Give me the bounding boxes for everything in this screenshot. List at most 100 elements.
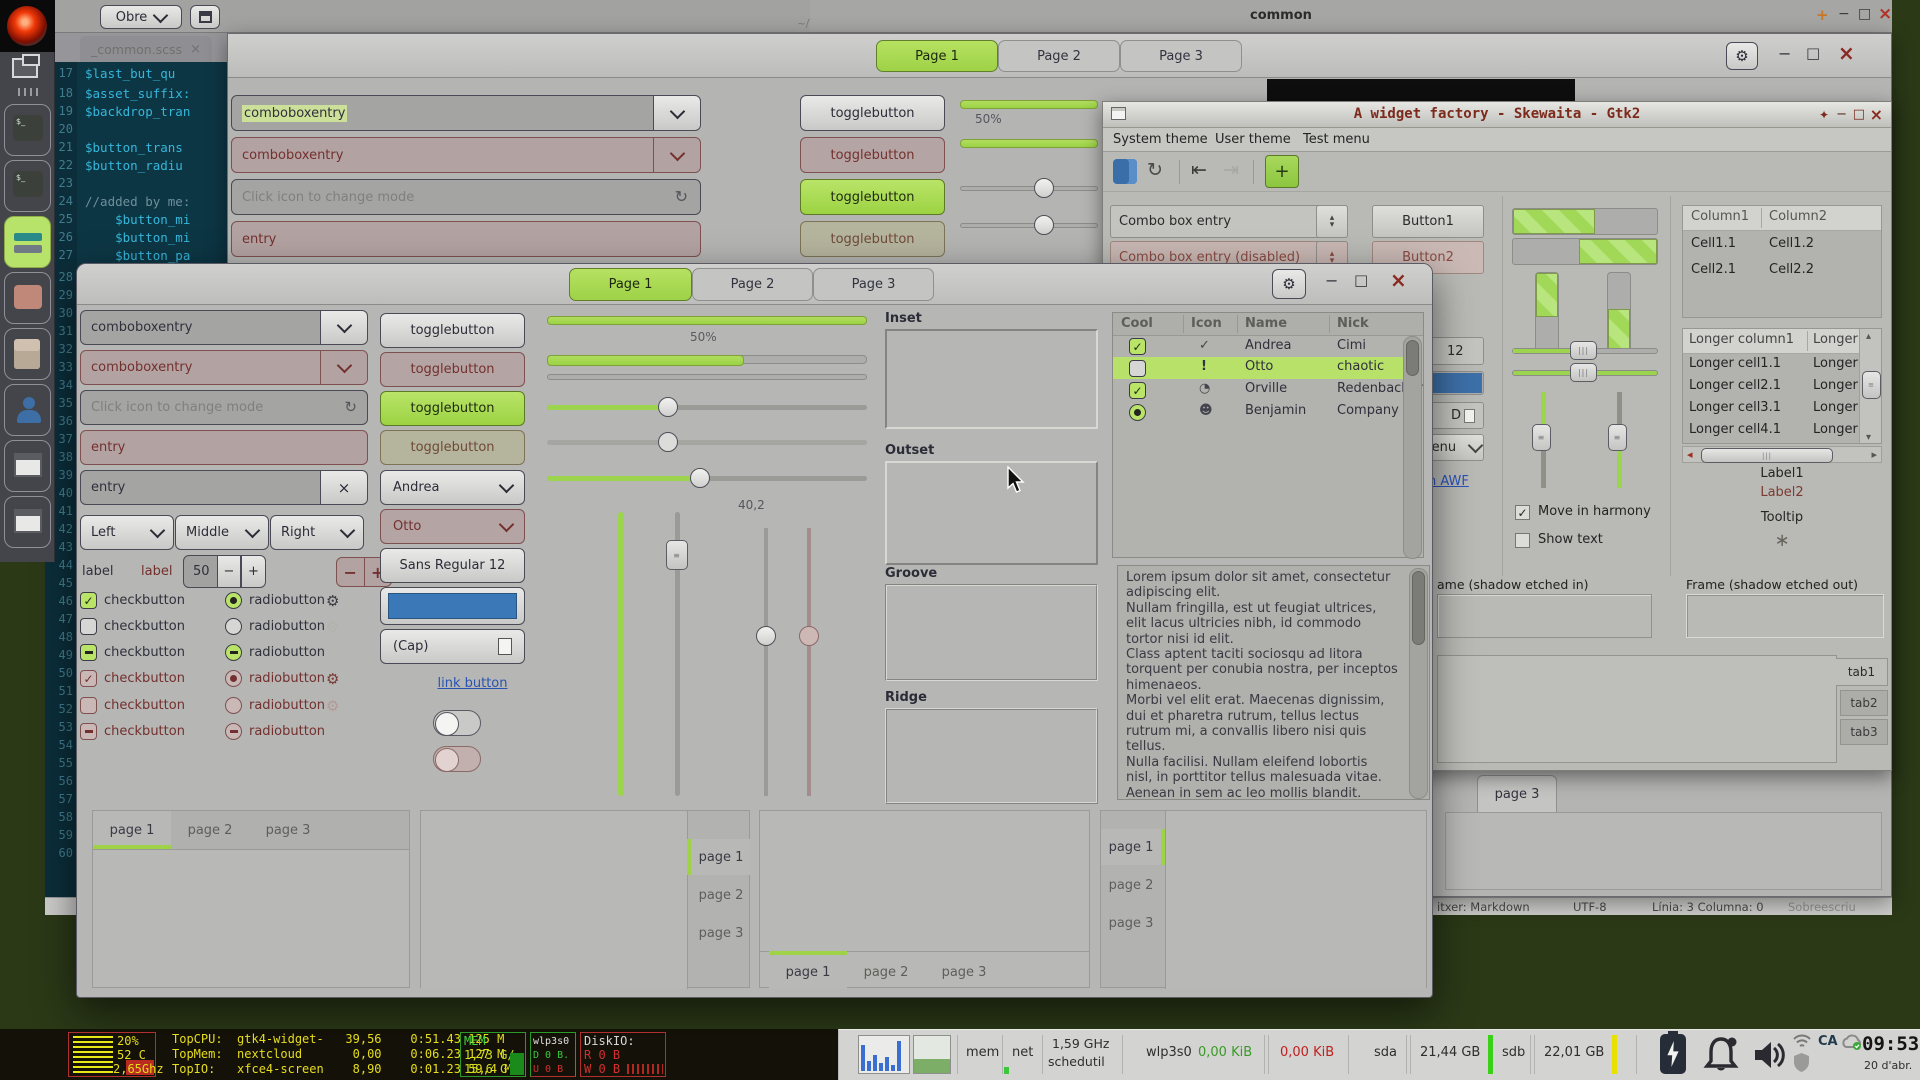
cpu-freq-value[interactable]: 1,59 GHz: [1052, 1036, 1109, 1051]
back-scale-1-track[interactable]: [960, 186, 1098, 191]
combo-dropdown-button[interactable]: [320, 311, 367, 344]
dock-item-terminal-1[interactable]: $_: [4, 104, 51, 156]
back-notebook-tab-page3[interactable]: page 3: [1477, 775, 1557, 813]
header-divider[interactable]: [1329, 315, 1330, 333]
titlebar-close-button[interactable]: ×: [1878, 4, 1892, 24]
tree-cell-name[interactable]: Orville: [1245, 381, 1287, 396]
tab-page2[interactable]: page 2: [1101, 867, 1161, 903]
tab-page1-active[interactable]: page 1: [691, 839, 751, 875]
clock-time[interactable]: 09:53: [1862, 1033, 1919, 1055]
dock-item-window-2[interactable]: [4, 496, 51, 548]
table-cell[interactable]: Longer cell4.1: [1689, 422, 1781, 437]
refresh-icon[interactable]: ↻: [344, 398, 357, 416]
dock-item-terminal-2[interactable]: $_: [4, 160, 51, 212]
table-cell[interactable]: Longer cell1.1: [1689, 356, 1781, 371]
tab-page1-active[interactable]: page 1: [93, 811, 171, 849]
tree-header-nick[interactable]: Nick: [1337, 316, 1369, 331]
checkbutton-2-label[interactable]: checkbutton: [104, 619, 185, 634]
back-tab-page3[interactable]: Page 3: [1120, 40, 1242, 72]
checkbutton-1-label[interactable]: checkbutton: [104, 593, 185, 608]
front-font-button[interactable]: Sans Regular 12: [380, 548, 525, 583]
front-link-button[interactable]: link button: [420, 676, 525, 691]
battery-icon[interactable]: [1660, 1034, 1686, 1074]
disk-sdb-label[interactable]: sdb: [1502, 1045, 1525, 1060]
dock-item-window-1[interactable]: [4, 440, 51, 492]
tree-cell-nick[interactable]: Company: [1337, 403, 1399, 418]
tab-page2[interactable]: page 2: [847, 955, 925, 989]
spin-plus-button[interactable]: +: [241, 555, 266, 588]
toolbar-add-button[interactable]: +: [1265, 155, 1299, 188]
status-overwrite-mode[interactable]: Sobreescriu: [1788, 900, 1856, 914]
front-comboboxentry-1[interactable]: comboboxentry: [80, 310, 368, 345]
notification-bell-icon[interactable]: [1702, 1037, 1740, 1073]
row-gear-icon[interactable]: ⚙: [326, 592, 339, 610]
new-window-button[interactable]: [190, 5, 220, 29]
tab-page3[interactable]: page 3: [925, 955, 1003, 989]
back-scale-1-handle[interactable]: [1034, 178, 1054, 198]
back-comboboxentry-1[interactable]: comboboxentry: [231, 95, 701, 131]
taskbar-net-label[interactable]: net: [1012, 1045, 1033, 1060]
tree-row-checkbox[interactable]: [1129, 360, 1146, 377]
titlebar-maximize-button[interactable]: □: [1858, 6, 1871, 22]
gtk2-slider-1-handle[interactable]: |||: [1570, 341, 1597, 360]
back-togglebutton-3[interactable]: togglebutton: [800, 179, 945, 215]
front-file-chooser-button[interactable]: (Cap): [380, 629, 525, 664]
front-tab-page3[interactable]: Page 3: [813, 268, 934, 301]
disk-sda-label[interactable]: sda: [1374, 1045, 1397, 1060]
front-color-button[interactable]: [380, 587, 525, 625]
gtk2-combo-box-entry[interactable]: Combo box entry: [1110, 205, 1348, 238]
tab-page1-active[interactable]: page 1: [769, 955, 847, 989]
front-vscale-2-track[interactable]: [764, 528, 768, 796]
gtk2-tab2[interactable]: tab2: [1840, 690, 1888, 716]
entry-clear-button[interactable]: ×: [320, 471, 367, 504]
gtk2-button1[interactable]: Button1: [1372, 205, 1484, 238]
gtk2-checkbox-showtext-label[interactable]: Show text: [1538, 532, 1603, 547]
tree-row-radio[interactable]: [1129, 404, 1146, 421]
cloud-sync-icon[interactable]: [1840, 1033, 1864, 1051]
gtk2-table2-hscrollbar[interactable]: ◂ ▸ |||: [1682, 446, 1882, 463]
cpu-history-graph[interactable]: [858, 1035, 910, 1074]
status-syntax[interactable]: itxer: Markdown: [1437, 900, 1530, 914]
back-scale-2-track[interactable]: [960, 223, 1098, 228]
tab-page3[interactable]: page 3: [1101, 905, 1161, 941]
table-cell[interactable]: Cell2.1: [1691, 262, 1736, 277]
radiobutton-2-label[interactable]: radiobutton: [249, 619, 325, 634]
gtk2-vslider-1-handle[interactable]: ≡: [1532, 424, 1551, 451]
front-entry-clearable[interactable]: entry ×: [80, 470, 368, 505]
radiobutton-2[interactable]: [225, 618, 242, 635]
textview-text[interactable]: Lorem ipsum dolor sit amet, consectetur …: [1126, 570, 1404, 800]
toolbar-exit-icon[interactable]: [1113, 159, 1137, 184]
front-scale-1-track[interactable]: [547, 405, 867, 410]
volume-icon[interactable]: [1752, 1038, 1788, 1072]
titlebar-minimize-button[interactable]: −: [1838, 6, 1850, 22]
gtk2-tab3[interactable]: tab3: [1840, 719, 1888, 745]
titlebar-pin-button[interactable]: +: [1816, 6, 1829, 24]
toolbar-refresh-icon[interactable]: ↻: [1147, 159, 1163, 181]
front-combo-left[interactable]: Left: [80, 515, 174, 550]
tree-header-cool[interactable]: Cool: [1121, 316, 1153, 331]
wifi-icon[interactable]: [1792, 1033, 1812, 1049]
tree-row-checkbox[interactable]: ✓: [1129, 338, 1146, 355]
front-spinbutton[interactable]: 50 − +: [183, 555, 265, 588]
tree-cell-name[interactable]: Benjamin: [1245, 403, 1306, 418]
front-combobox-andrea[interactable]: Andrea: [380, 470, 525, 505]
back-window-titlebar[interactable]: common + − □ ×: [810, 0, 1892, 33]
mem-history-graph[interactable]: [913, 1035, 951, 1074]
shield-icon[interactable]: [1793, 1052, 1810, 1073]
tab-page3[interactable]: page 3: [249, 811, 327, 849]
gtk2-checkbox-harmony-label[interactable]: Move in harmony: [1538, 504, 1651, 519]
back-entry-icon-mode[interactable]: Click icon to change mode ↻: [231, 179, 701, 215]
scroll-left-icon[interactable]: ◂: [1687, 448, 1693, 461]
gtk2-checkbox-showtext[interactable]: [1515, 533, 1530, 548]
gtk2-tab1[interactable]: tab1: [1836, 658, 1888, 686]
open-button[interactable]: Obre: [100, 5, 182, 29]
keyboard-layout[interactable]: CA: [1818, 1034, 1838, 1049]
tab-page2[interactable]: page 2: [171, 811, 249, 849]
gtk2-close-button[interactable]: ×: [1870, 105, 1883, 124]
back-close-button[interactable]: ×: [1838, 41, 1855, 65]
tab-page1-active[interactable]: page 1: [1101, 829, 1161, 865]
header-divider[interactable]: [1237, 315, 1238, 333]
tree-vscrollbar[interactable]: [1403, 336, 1422, 559]
gtk2-pin-button[interactable]: ✦: [1819, 108, 1829, 122]
combo-dropdown-button[interactable]: [653, 96, 700, 130]
